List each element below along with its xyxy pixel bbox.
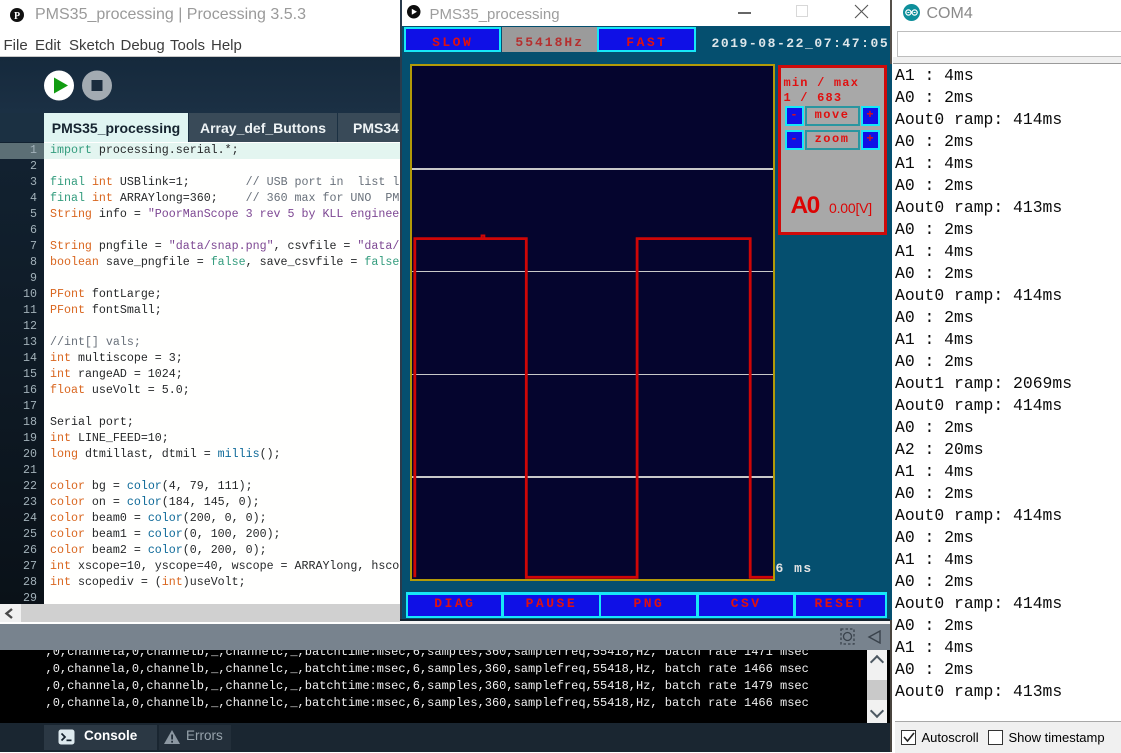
svg-text:P: P [14,11,20,22]
